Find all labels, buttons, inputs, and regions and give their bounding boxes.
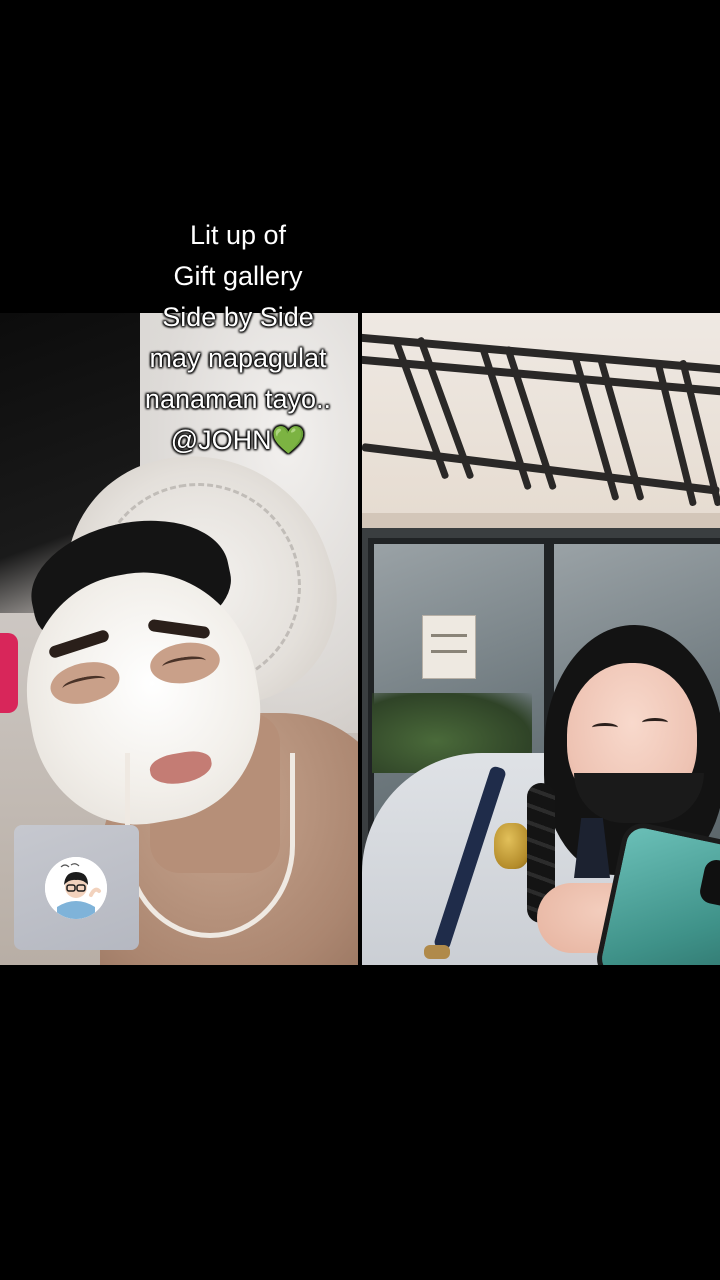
caption-line: Gift gallery — [173, 261, 303, 291]
live-screen: Lit up of Gift gallery Side by Side may … — [0, 0, 720, 1280]
left-feed-red-cloth — [0, 633, 18, 713]
right-feed-posted-sign — [422, 615, 476, 679]
caption-line: Lit up of — [189, 220, 287, 250]
right-video-feed[interactable] — [362, 313, 720, 965]
caption-line: nanaman tayo.. — [144, 384, 332, 414]
right-feed-eye-left — [592, 723, 618, 732]
right-feed-eye-right — [642, 718, 668, 727]
right-feed-phone-camera — [697, 857, 720, 910]
caption-line: may napagulat — [149, 343, 327, 373]
caption-mention[interactable]: @JOHN💚 — [120, 420, 356, 461]
left-feed-necklace — [125, 753, 295, 938]
avatar-illustration-icon — [45, 857, 107, 919]
caption-overlay: Lit up of Gift gallery Side by Side may … — [120, 215, 356, 461]
right-feed-badge — [494, 823, 530, 869]
caption-line: Side by Side — [162, 302, 314, 332]
profile-avatar-icon[interactable] — [45, 857, 107, 919]
guest-avatar-tile[interactable] — [14, 825, 139, 950]
right-feed-wristwatch — [424, 945, 450, 959]
feed-divider — [358, 313, 362, 965]
